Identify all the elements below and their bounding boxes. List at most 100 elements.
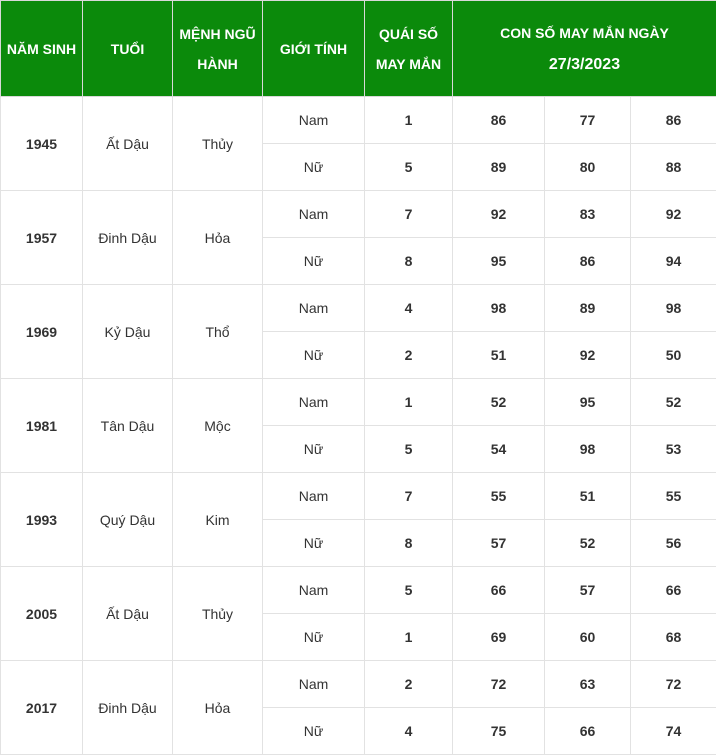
table-row: 1969 Kỷ Dậu Thổ Nam 4 98 89 98 (0, 284, 716, 379)
lucky-number-cell: 63 (544, 660, 631, 708)
gender-cell: Nam (262, 378, 365, 426)
gender-cell: Nữ (262, 613, 365, 661)
lucky-number-cell: 89 (452, 143, 545, 191)
birth-year-cell: 2017 (0, 660, 83, 755)
quai-number-cell: 8 (364, 519, 453, 567)
lucky-number-cell: 60 (544, 613, 631, 661)
lucky-number-cell: 66 (452, 566, 545, 614)
quai-number-cell: 2 (364, 331, 453, 379)
lucky-number-cell: 69 (452, 613, 545, 661)
lucky-number-cell: 52 (544, 519, 631, 567)
quai-number-cell: 2 (364, 660, 453, 708)
header-quai-so: QUÁI SỐ MAY MẮN (364, 0, 453, 97)
birth-year-cell: 1957 (0, 190, 83, 285)
tuoi-cell: Quý Dậu (82, 472, 173, 567)
birth-year-cell: 1969 (0, 284, 83, 379)
lucky-number-cell: 98 (629, 284, 716, 332)
table-body: 1945 Ất Dậu Thủy Nam 1 86 77 86 Nữ 5 89 80 88 1957 Đin… (0, 96, 716, 755)
quai-number-cell: 4 (364, 284, 453, 332)
lucky-number-cell: 56 (629, 519, 716, 567)
quai-number-cell: 7 (364, 472, 453, 520)
lucky-number-cell: 92 (452, 190, 545, 238)
lucky-number-cell: 57 (452, 519, 545, 567)
birth-year-cell: 1945 (0, 96, 83, 191)
quai-number-cell: 1 (364, 613, 453, 661)
header-row: NĂM SINH TUỔI MỆNH NGŨ HÀNH GIỚI TÍNH QUÁ… (0, 0, 716, 97)
gender-cell: Nữ (262, 143, 365, 191)
table-header: NĂM SINH TUỔI MỆNH NGŨ HÀNH GIỚI TÍNH QUÁ… (0, 0, 716, 97)
table-row: 1957 Đinh Dậu Hỏa Nam 7 92 83 92 (0, 190, 716, 285)
quai-number-cell: 5 (364, 143, 453, 191)
header-quai-line1: QUÁI SỐ (378, 25, 439, 42)
lucky-number-cell: 52 (629, 378, 716, 426)
gender-cell: Nữ (262, 425, 365, 473)
lucky-number-cell: 72 (629, 660, 716, 708)
tuoi-cell: Tân Dậu (82, 378, 173, 473)
quai-number-cell: 7 (364, 190, 453, 238)
quai-number-cell: 5 (364, 566, 453, 614)
gender-cell: Nam (262, 660, 365, 708)
tuoi-cell: Ất Dậu (82, 96, 173, 191)
lucky-number-cell: 66 (629, 566, 716, 614)
lucky-number-cell: 55 (452, 472, 545, 520)
header-menh-ngu-hanh: MỆNH NGŨ HÀNH (172, 0, 263, 97)
lucky-number-cell: 50 (629, 331, 716, 379)
menh-cell: Thủy (172, 566, 263, 661)
lucky-number-cell: 55 (629, 472, 716, 520)
gender-cell: Nữ (262, 707, 365, 755)
lucky-number-cell: 53 (629, 425, 716, 473)
lucky-number-cell: 98 (452, 284, 545, 332)
lucky-number-cell: 68 (629, 613, 716, 661)
birth-year-cell: 1981 (0, 378, 83, 473)
quai-number-cell: 4 (364, 707, 453, 755)
header-tuoi: TUỔI (82, 0, 173, 97)
lucky-number-cell: 86 (544, 237, 631, 285)
lucky-number-cell: 83 (544, 190, 631, 238)
table-row: 1945 Ất Dậu Thủy Nam 1 86 77 86 (0, 96, 716, 191)
lucky-number-cell: 74 (629, 707, 716, 755)
tuoi-cell: Kỷ Dậu (82, 284, 173, 379)
quai-number-cell: 1 (364, 378, 453, 426)
lucky-number-cell: 89 (544, 284, 631, 332)
gender-cell: Nữ (262, 331, 365, 379)
tuoi-cell: Đinh Dậu (82, 190, 173, 285)
lucky-number-cell: 94 (629, 237, 716, 285)
menh-cell: Kim (172, 472, 263, 567)
lucky-number-cell: 88 (629, 143, 716, 191)
header-menh-line1: MỆNH NGŨ (179, 25, 256, 42)
lucky-number-cell: 92 (544, 331, 631, 379)
gender-cell: Nữ (262, 519, 365, 567)
table-row: 2005 Ất Dậu Thủy Nam 5 66 57 66 (0, 566, 716, 661)
lucky-number-cell: 75 (452, 707, 545, 755)
gender-cell: Nam (262, 284, 365, 332)
header-lucky-title: CON SỐ MAY MẮN NGÀY (500, 24, 669, 41)
quai-number-cell: 1 (364, 96, 453, 144)
tuoi-cell: Đinh Dậu (82, 660, 173, 755)
gender-cell: Nam (262, 96, 365, 144)
quai-number-cell: 8 (364, 237, 453, 285)
lucky-number-cell: 51 (544, 472, 631, 520)
gender-cell: Nam (262, 190, 365, 238)
lucky-number-cell: 51 (452, 331, 545, 379)
gender-cell: Nam (262, 472, 365, 520)
lucky-number-cell: 66 (544, 707, 631, 755)
menh-cell: Hỏa (172, 660, 263, 755)
lucky-number-cell: 57 (544, 566, 631, 614)
menh-cell: Mộc (172, 378, 263, 473)
lucky-number-cell: 72 (452, 660, 545, 708)
lucky-number-cell: 52 (452, 378, 545, 426)
lucky-number-cell: 86 (452, 96, 545, 144)
header-lucky-numbers: CON SỐ MAY MẮN NGÀY 27/3/2023 (451, 0, 716, 97)
quai-number-cell: 5 (364, 425, 453, 473)
header-nam-sinh: NĂM SINH (0, 0, 83, 97)
birth-year-cell: 2005 (0, 566, 83, 661)
lucky-number-cell: 92 (629, 190, 716, 238)
lucky-number-cell: 77 (544, 96, 631, 144)
lucky-number-cell: 54 (452, 425, 545, 473)
lucky-number-cell: 86 (629, 96, 716, 144)
menh-cell: Thổ (172, 284, 263, 379)
lucky-number-cell: 95 (544, 378, 631, 426)
menh-cell: Hỏa (172, 190, 263, 285)
lucky-number-cell: 98 (544, 425, 631, 473)
header-lucky-date: 27/3/2023 (548, 55, 621, 73)
